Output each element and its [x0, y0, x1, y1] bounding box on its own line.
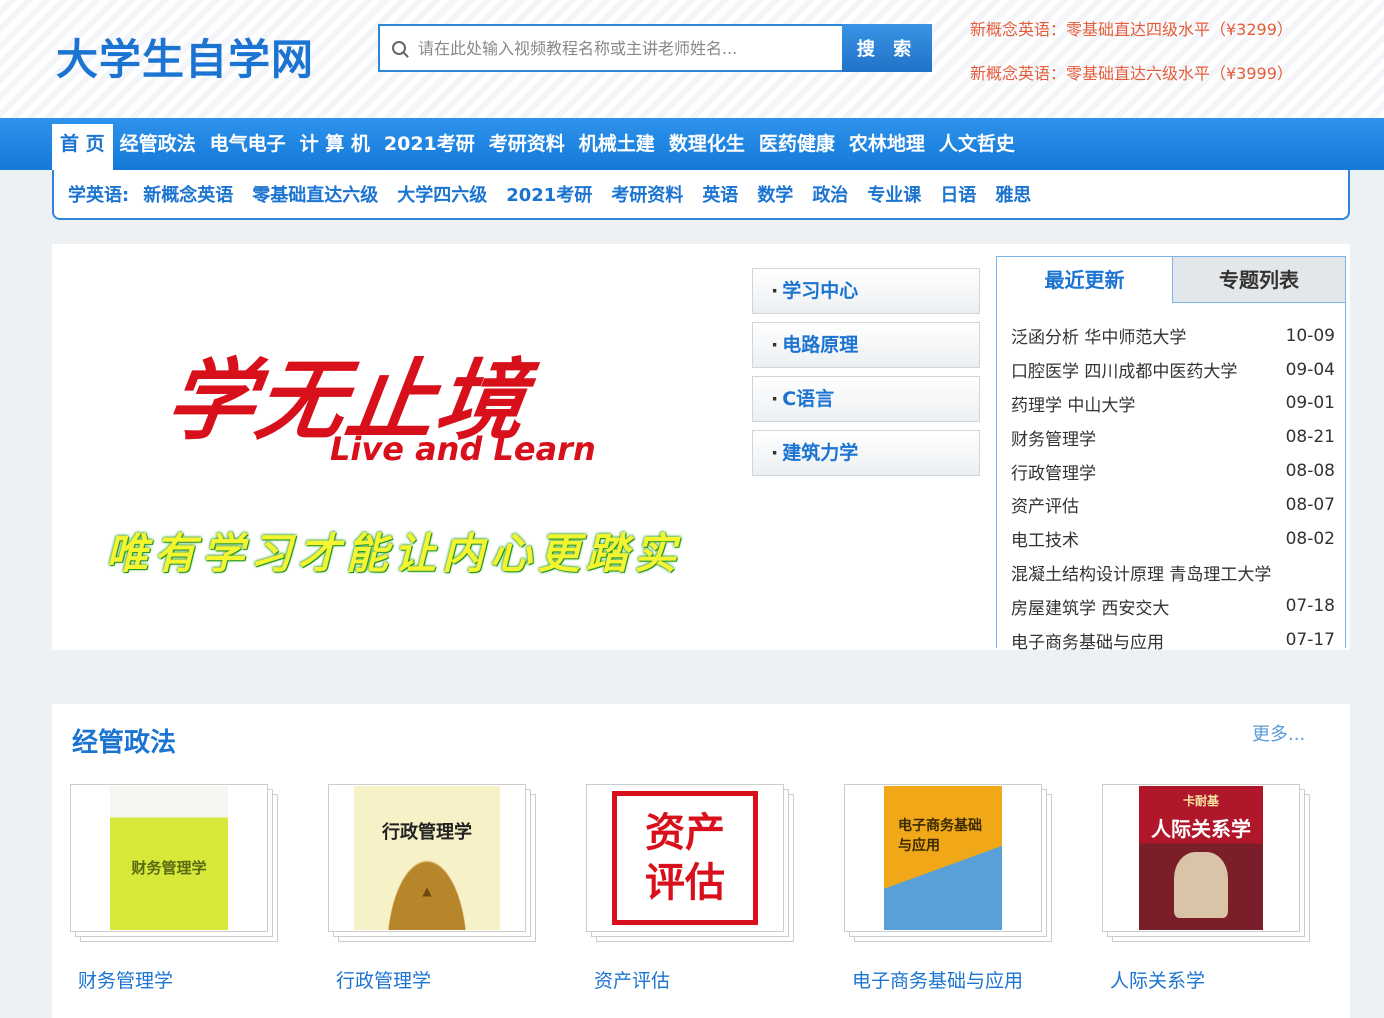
- book-card[interactable]: 资产评估: [586, 784, 798, 944]
- quick-link-circuit[interactable]: · 电路原理: [752, 322, 980, 368]
- subnav-item[interactable]: 政治: [812, 181, 848, 207]
- nav-item-home[interactable]: 首 页: [52, 124, 113, 170]
- list-item[interactable]: 房屋建筑学 西安交大 07-18: [1011, 589, 1335, 623]
- book-title[interactable]: 资产评估: [594, 966, 670, 993]
- promo-link-cet6[interactable]: 新概念英语：零基础直达六级水平（¥3999）: [970, 60, 1293, 84]
- subnav-item[interactable]: 考研资料: [611, 181, 683, 207]
- book-title[interactable]: 人际关系学: [1110, 966, 1205, 993]
- book-title[interactable]: 行政管理学: [336, 966, 431, 993]
- nav-item-economics-law[interactable]: 经管政法: [113, 118, 203, 170]
- search-box: [378, 24, 842, 72]
- more-link[interactable]: 更多...: [1252, 720, 1305, 746]
- list-item[interactable]: 混凝土结构设计原理 青岛理工大学: [1011, 556, 1335, 590]
- nav-item-mechanical-civil[interactable]: 机械土建: [572, 118, 662, 170]
- search-icon: [392, 41, 406, 55]
- list-item[interactable]: 电工技术 08-02: [1011, 522, 1335, 556]
- list-item[interactable]: 口腔医学 四川成都中医药大学 09-04: [1011, 353, 1335, 387]
- book-card[interactable]: 行政管理学 ▲: [328, 784, 540, 944]
- site-logo[interactable]: 大学生自学网: [56, 26, 314, 87]
- list-item[interactable]: 药理学 中山大学 09-01: [1011, 387, 1335, 421]
- book-cover: 行政管理学 ▲: [354, 786, 500, 930]
- banner-slogan-english: Live and Learn: [330, 430, 596, 468]
- updates-tabs: 最近更新 专题列表: [997, 257, 1345, 303]
- subnav-item[interactable]: 数学: [757, 181, 793, 207]
- main-nav: 首 页 经管政法 电气电子 计 算 机 2021考研 考研资料 机械土建 数理化…: [0, 118, 1384, 170]
- nav-item-computer[interactable]: 计 算 机: [293, 118, 377, 170]
- list-item[interactable]: 行政管理学 08-08: [1011, 454, 1335, 488]
- search-input[interactable]: [418, 28, 842, 68]
- list-item[interactable]: 资产评估 08-07: [1011, 488, 1335, 522]
- book-card[interactable]: 卡耐基 人际关系学: [1102, 784, 1314, 944]
- nav-item-agriculture[interactable]: 农林地理: [842, 118, 932, 170]
- subnav-label: 学英语:: [68, 185, 130, 206]
- subnav-item[interactable]: 大学四六级: [397, 181, 487, 207]
- quick-link-structural-mechanics[interactable]: · 建筑力学: [752, 430, 980, 476]
- nav-item-science[interactable]: 数理化生: [662, 118, 752, 170]
- book-card[interactable]: 电子商务基础与应用: [844, 784, 1056, 944]
- banner-subtitle: 唯有学习才能让内心更踏实: [106, 529, 683, 578]
- nav-item-medicine[interactable]: 医药健康: [752, 118, 842, 170]
- promo-link-cet4[interactable]: 新概念英语：零基础直达四级水平（¥3299）: [970, 16, 1293, 40]
- updates-panel: 最近更新 专题列表 泛函分析 华中师范大学 10-09 口腔医学 四川成都中医药大…: [996, 256, 1346, 653]
- search-button[interactable]: 搜 索: [842, 24, 932, 72]
- list-item[interactable]: 财务管理学 08-21: [1011, 420, 1335, 454]
- book-cover: 财务管理学: [110, 786, 228, 930]
- nav-item-electrical[interactable]: 电气电子: [203, 118, 293, 170]
- quick-links: · 学习中心 · 电路原理 · C语言 · 建筑力学: [752, 268, 980, 484]
- subnav-item[interactable]: 英语: [702, 181, 738, 207]
- english-subnav: 学英语: 新概念英语 零基础直达六级 大学四六级 2021考研 考研资料 英语 …: [52, 170, 1350, 220]
- subnav-item[interactable]: 零基础直达六级: [252, 181, 378, 207]
- subnav-item[interactable]: 2021考研: [506, 181, 592, 207]
- book-title[interactable]: 电子商务基础与应用: [852, 966, 1023, 993]
- book-title[interactable]: 财务管理学: [78, 966, 173, 993]
- nav-item-2021-exam[interactable]: 2021考研: [377, 118, 482, 170]
- update-list: 泛函分析 华中师范大学 10-09 口腔医学 四川成都中医药大学 09-04 药理学…: [1011, 319, 1335, 657]
- quick-link-study-center[interactable]: · 学习中心: [752, 268, 980, 314]
- subnav-item[interactable]: 日语: [940, 181, 976, 207]
- portrait-image: [1174, 852, 1228, 918]
- nav-item-exam-materials[interactable]: 考研资料: [482, 118, 572, 170]
- quick-link-c-language[interactable]: · C语言: [752, 376, 980, 422]
- subnav-item[interactable]: 专业课: [867, 181, 921, 207]
- subnav-item[interactable]: 雅思: [995, 181, 1031, 207]
- book-cover: 卡耐基 人际关系学: [1139, 786, 1263, 930]
- section-title[interactable]: 经管政法: [72, 722, 176, 759]
- book-cover: 电子商务基础与应用: [884, 786, 1002, 930]
- list-item[interactable]: 泛函分析 华中师范大学 10-09: [1011, 319, 1335, 353]
- book-card[interactable]: 财务管理学: [70, 784, 282, 944]
- book-cover: 资产评估: [612, 791, 758, 925]
- list-item[interactable]: 电子商务基础与应用 07-17: [1011, 623, 1335, 657]
- subnav-item[interactable]: 新概念英语: [143, 181, 233, 207]
- tab-recent-updates[interactable]: 最近更新: [997, 257, 1173, 303]
- arrow-up-icon: ▲: [422, 884, 432, 898]
- banner[interactable]: 学无止境 Live and Learn 唯有学习才能让内心更踏实: [58, 258, 748, 644]
- tab-topic-list[interactable]: 专题列表: [1173, 257, 1345, 303]
- nav-item-humanities[interactable]: 人文哲史: [932, 118, 1022, 170]
